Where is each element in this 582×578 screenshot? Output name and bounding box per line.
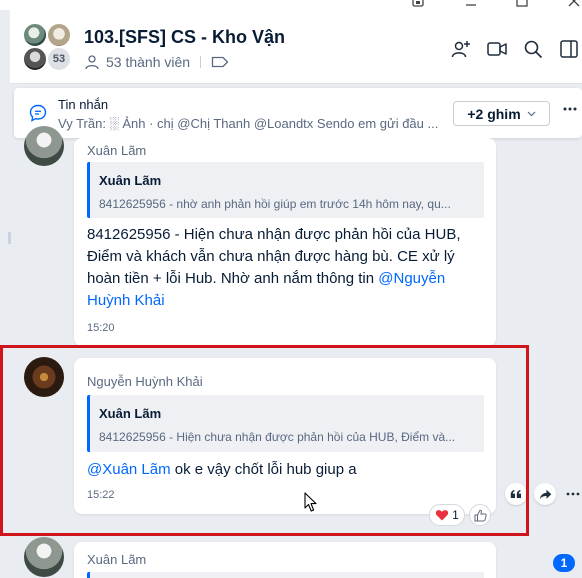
window-close-icon[interactable] [567,0,581,8]
window-minimize-icon[interactable] [464,0,478,8]
more-pins-label: +2 ghim [467,105,521,122]
window-pin-icon[interactable] [411,0,425,8]
member-avatar [46,22,72,48]
quoted-message[interactable] [87,572,484,578]
user-icon [84,54,100,70]
message-bubble[interactable]: Xuân Lãm Xuân Lãm 8412625956 - nhờ anh p… [74,138,496,346]
video-call-icon[interactable] [486,38,508,60]
message-bubble[interactable]: Xuân Lãm [74,542,496,578]
sender-name[interactable]: Xuân Lãm [87,143,146,158]
chat-bubble-icon [28,103,48,123]
tag-icon[interactable] [211,55,229,69]
members-label[interactable]: 53 thành viên [106,54,190,70]
chat-header: 53 103.[SFS] CS - Kho Vận 53 thành viên [10,10,582,84]
message-time: 15:20 [87,322,115,334]
window-maximize-icon[interactable] [515,0,529,8]
more-pins-button[interactable]: +2 ghim [453,101,550,126]
quote-text: 8412625956 - nhờ anh phản hồi giúp em tr… [99,197,451,211]
quote-author: Xuân Lãm [99,173,162,188]
add-member-icon[interactable] [450,38,472,60]
forward-icon[interactable] [534,483,556,505]
pinned-messages-bar[interactable]: Tin nhắn Vy Trần: ░ Ảnh · chị @Chị Thanh… [14,88,582,138]
sender-name[interactable]: Xuân Lãm [87,552,146,567]
sidebar-toggle-icon[interactable] [558,38,580,60]
more-actions-icon[interactable] [562,483,582,505]
member-count-badge: 53 [46,46,72,72]
group-avatar[interactable]: 53 [22,22,72,72]
divider [200,56,202,68]
member-avatar [22,46,48,72]
pinned-title: Tin nhắn [58,97,109,112]
scroll-marker [8,232,11,244]
window-titlebar [0,0,582,10]
group-name[interactable]: 103.[SFS] CS - Kho Vận [84,27,285,48]
chevron-down-icon [527,111,536,117]
more-options-icon[interactable] [563,107,577,111]
avatar[interactable] [24,126,64,166]
pinned-preview[interactable]: Vy Trần: ░ Ảnh · chị @Chị Thanh @Loandtx… [58,116,446,131]
search-icon[interactable] [522,38,544,60]
highlight-box [0,345,529,536]
members-row: 53 thành viên [84,54,229,70]
message-text: 8412625956 - Hiện chưa nhận được phản hồ… [87,224,482,312]
unread-count-badge[interactable]: 1 [553,554,575,572]
quoted-message[interactable]: Xuân Lãm 8412625956 - nhờ anh phản hồi g… [87,162,484,218]
avatar[interactable] [24,537,64,577]
member-avatar [22,22,48,48]
